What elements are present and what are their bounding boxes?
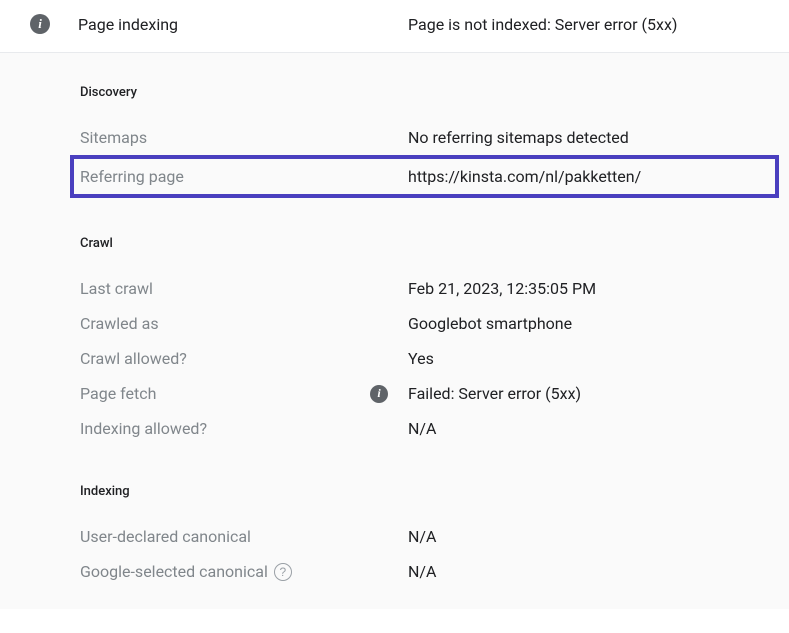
label-last-crawl: Last crawl bbox=[80, 279, 408, 298]
row-crawl-allowed: Crawl allowed? Yes bbox=[80, 341, 769, 376]
value-user-canonical: N/A bbox=[408, 527, 436, 546]
header-status: Page is not indexed: Server error (5xx) bbox=[408, 15, 677, 34]
label-sitemaps: Sitemaps bbox=[80, 128, 408, 147]
row-user-canonical: User-declared canonical N/A bbox=[80, 519, 769, 554]
value-crawl-allowed: Yes bbox=[408, 349, 434, 368]
value-page-fetch: Failed: Server error (5xx) bbox=[408, 384, 581, 403]
header-title: Page indexing bbox=[78, 15, 408, 34]
section-indexing-title: Indexing bbox=[80, 484, 769, 499]
label-crawled-as: Crawled as bbox=[80, 314, 408, 333]
row-sitemaps: Sitemaps No referring sitemaps detected bbox=[80, 120, 769, 155]
label-page-fetch: Page fetch i bbox=[80, 384, 408, 403]
info-icon[interactable]: i bbox=[370, 385, 388, 403]
row-google-canonical: Google-selected canonical ? N/A bbox=[80, 554, 769, 589]
label-page-fetch-text: Page fetch bbox=[80, 384, 156, 403]
label-crawl-allowed: Crawl allowed? bbox=[80, 349, 408, 368]
value-sitemaps: No referring sitemaps detected bbox=[408, 128, 629, 147]
row-referring-page: Referring page https://kinsta.com/nl/pak… bbox=[70, 155, 779, 198]
page-indexing-header: i Page indexing Page is not indexed: Ser… bbox=[0, 0, 789, 53]
row-last-crawl: Last crawl Feb 21, 2023, 12:35:05 PM bbox=[80, 271, 769, 306]
label-referring-page: Referring page bbox=[80, 167, 408, 186]
value-google-canonical: N/A bbox=[408, 562, 436, 581]
label-indexing-allowed: Indexing allowed? bbox=[80, 419, 408, 438]
details-panel: Discovery Sitemaps No referring sitemaps… bbox=[0, 53, 789, 609]
row-page-fetch: Page fetch i Failed: Server error (5xx) bbox=[80, 376, 769, 411]
value-last-crawl: Feb 21, 2023, 12:35:05 PM bbox=[408, 279, 596, 298]
value-referring-page: https://kinsta.com/nl/pakketten/ bbox=[408, 167, 641, 186]
value-crawled-as: Googlebot smartphone bbox=[408, 314, 572, 333]
help-icon[interactable]: ? bbox=[274, 563, 292, 581]
label-user-canonical: User-declared canonical bbox=[80, 527, 408, 546]
section-crawl-title: Crawl bbox=[80, 236, 769, 251]
section-discovery-title: Discovery bbox=[80, 85, 769, 100]
value-indexing-allowed: N/A bbox=[408, 419, 436, 438]
label-google-canonical-text: Google-selected canonical bbox=[80, 562, 268, 581]
row-indexing-allowed: Indexing allowed? N/A bbox=[80, 411, 769, 446]
row-crawled-as: Crawled as Googlebot smartphone bbox=[80, 306, 769, 341]
info-icon: i bbox=[30, 14, 50, 34]
label-google-canonical: Google-selected canonical ? bbox=[80, 562, 408, 581]
